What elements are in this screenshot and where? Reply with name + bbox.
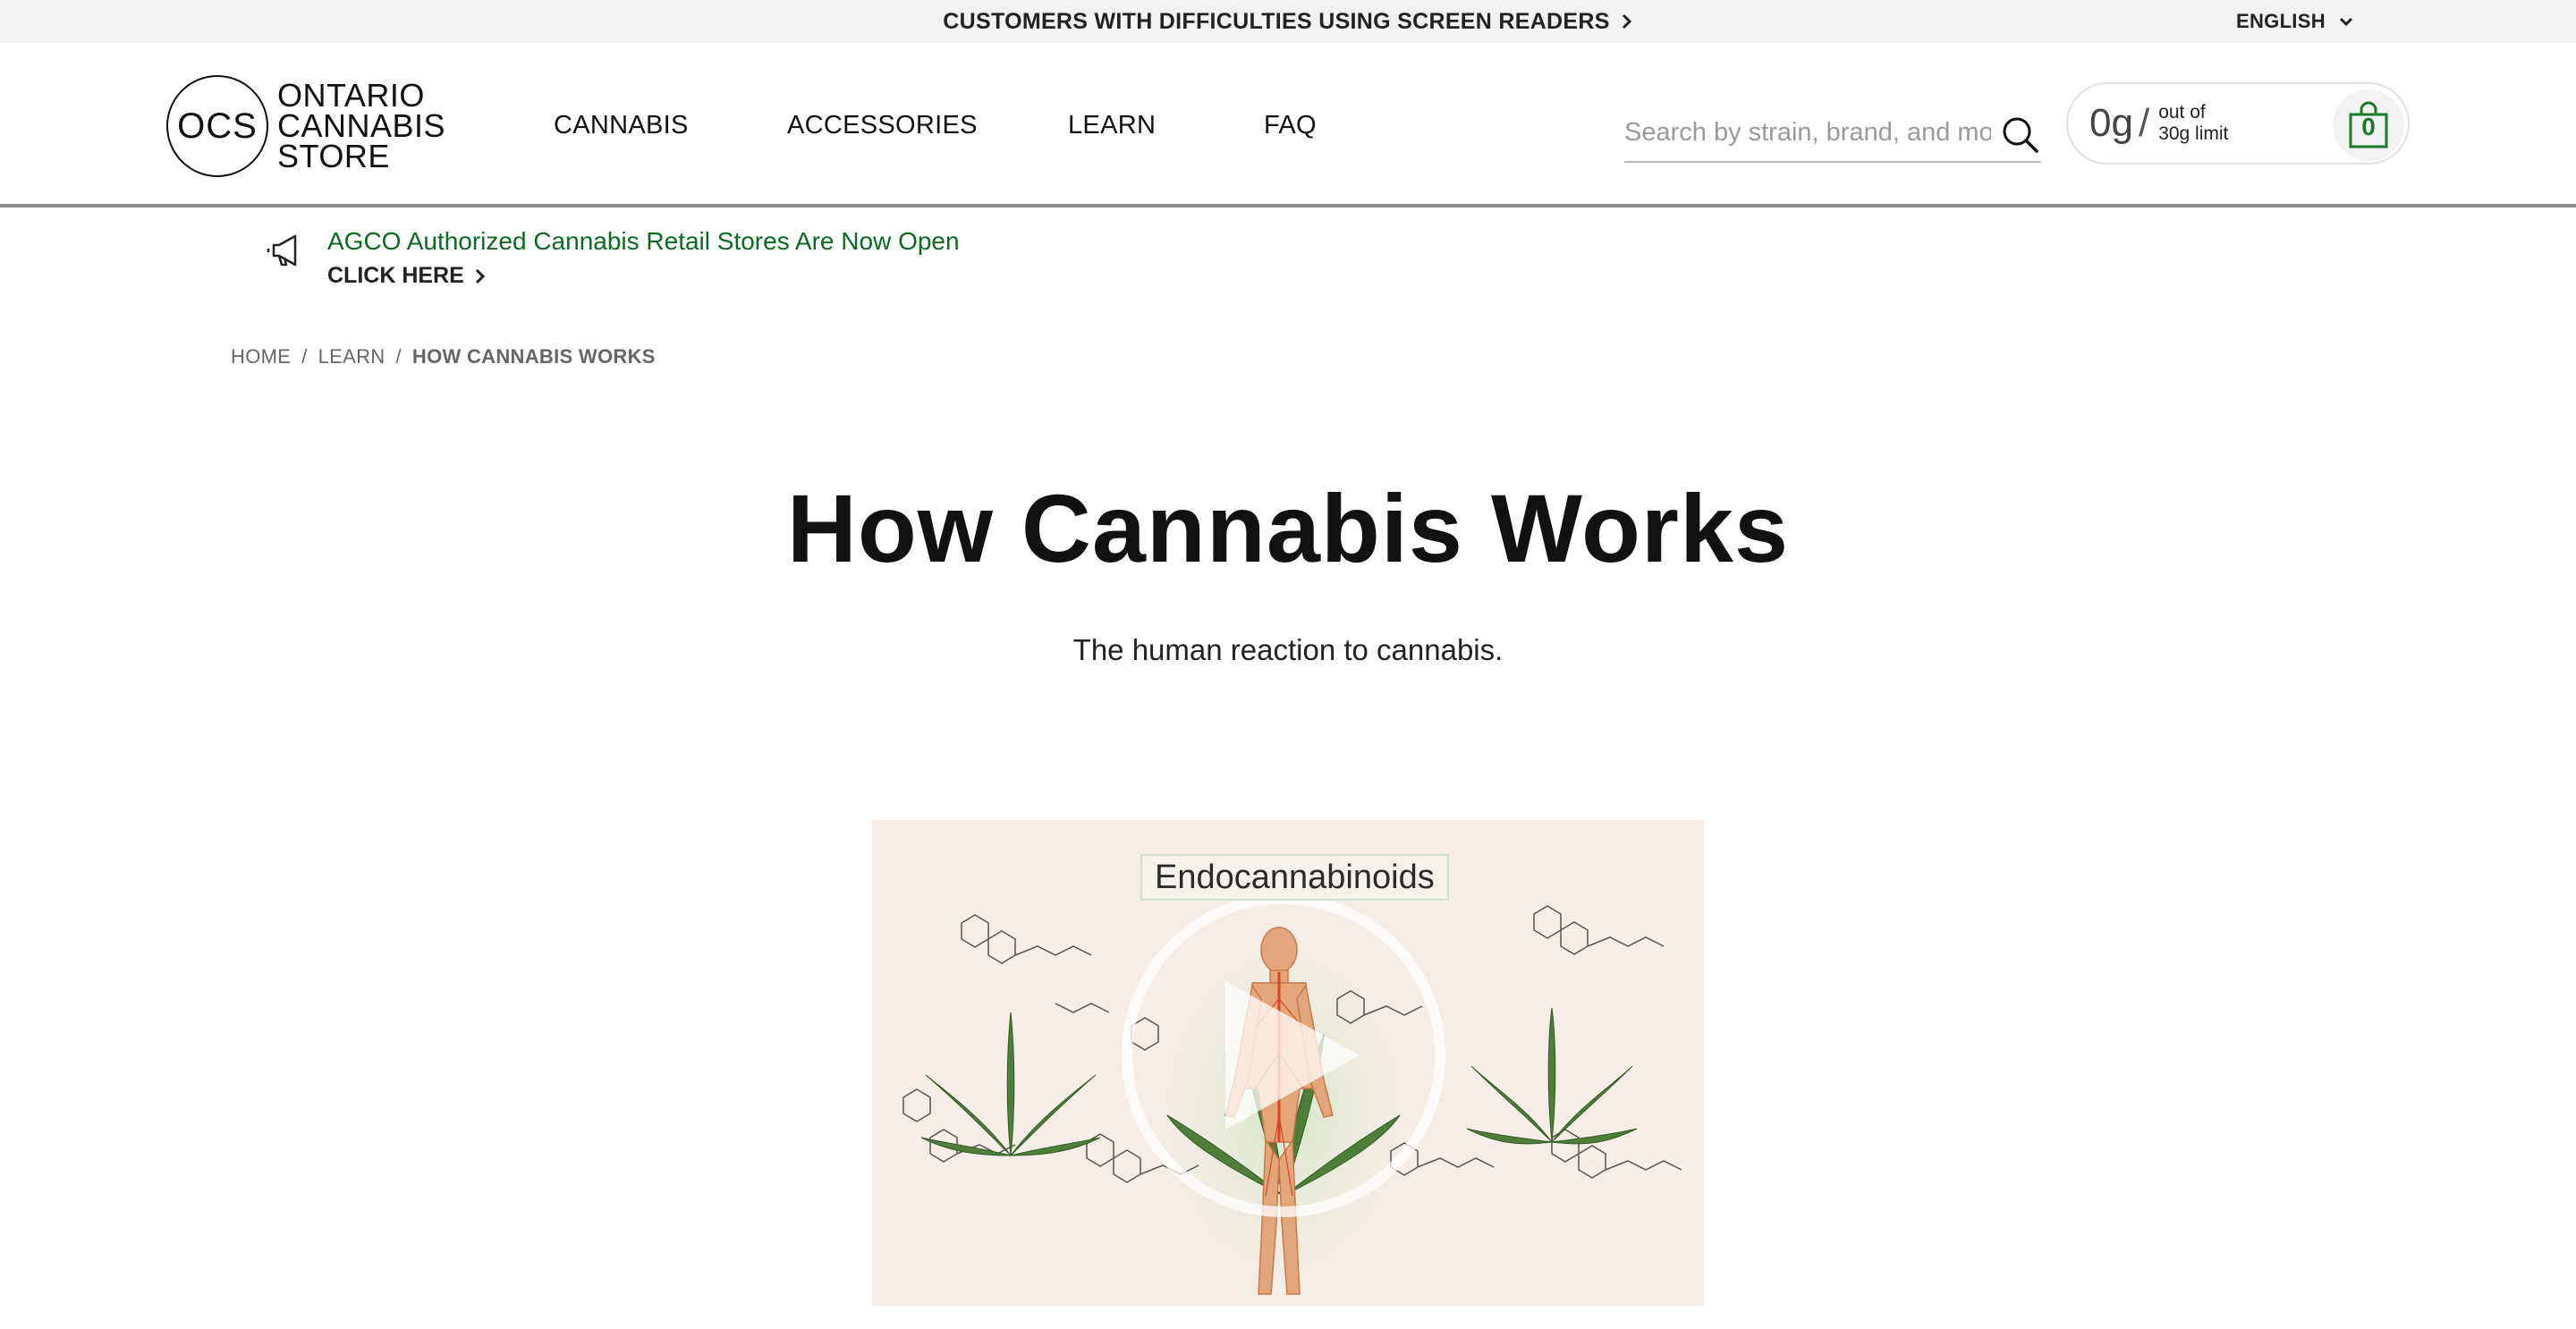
cart-limit-text: out of 30g limit [2158,102,2228,145]
breadcrumb-separator: / [395,345,402,368]
logo-line-2: CANNABIS [277,107,446,144]
logo-wordmark: ONTARIO CANNABIS STORE [277,77,446,174]
chevron-right-icon [475,268,485,284]
search-input[interactable] [1624,117,1991,148]
page-title: How Cannabis Works [786,474,1790,582]
site-header: OCS ONTARIO CANNABIS STORE CANNABIS ACCE… [0,43,2576,207]
cart-separator: / [2138,101,2150,145]
announcement-cta-label: CLICK HERE [327,263,464,288]
megaphone-icon [267,234,297,267]
cart-amount: 0g [2089,101,2133,145]
breadcrumb-home[interactable]: HOME [231,345,291,368]
screen-reader-help-link[interactable]: CUSTOMERS WITH DIFFICULTIES USING SCREEN… [0,0,2576,43]
breadcrumb-current: HOW CANNABIS WORKS [411,345,656,368]
language-selector[interactable]: ENGLISH [2236,0,2354,43]
chevron-right-icon [1622,13,1631,30]
top-utility-bar: CUSTOMERS WITH DIFFICULTIES USING SCREEN… [0,0,2576,43]
nav-item-cannabis[interactable]: CANNABIS [554,111,689,140]
breadcrumb-separator: / [301,345,308,368]
cart-limit-line-1: out of [2158,102,2206,123]
page-subtitle: The human reaction to cannabis. [1072,633,1504,666]
announcement-cta-link[interactable]: CLICK HERE [327,263,486,289]
chevron-down-icon [2339,17,2352,27]
search-icon[interactable] [2002,116,2039,154]
video-caption: Endocannabinoids [1140,854,1449,901]
ocs-logo[interactable]: OCS ONTARIO CANNABIS STORE [166,73,453,179]
logo-line-1: ONTARIO [277,77,425,114]
nav-item-faq[interactable]: FAQ [1264,111,1317,140]
nav-item-learn[interactable]: LEARN [1068,111,1156,140]
breadcrumb: HOME / LEARN / HOW CANNABIS WORKS [231,345,656,368]
cart-item-count: 0 [2361,113,2376,140]
announcement-message[interactable]: AGCO Authorized Cannabis Retail Stores A… [327,227,960,256]
cart-button[interactable]: 0 [2333,89,2404,161]
cart-limit-line-2: 30g limit [2158,123,2229,144]
logo-line-3: STORE [277,138,390,174]
search-bar [1624,104,2041,163]
language-label: ENGLISH [2236,10,2326,32]
nav-item-accessories[interactable]: ACCESSORIES [787,111,978,140]
breadcrumb-learn[interactable]: LEARN [318,345,386,368]
logo-monogram: OCS [166,75,268,177]
cart-limit-widget[interactable]: 0g / out of 30g limit 0 [2066,82,2410,165]
screen-reader-help-label: CUSTOMERS WITH DIFFICULTIES USING SCREEN… [943,8,1610,34]
video-player[interactable]: Endocannabinoids [872,820,1704,1306]
